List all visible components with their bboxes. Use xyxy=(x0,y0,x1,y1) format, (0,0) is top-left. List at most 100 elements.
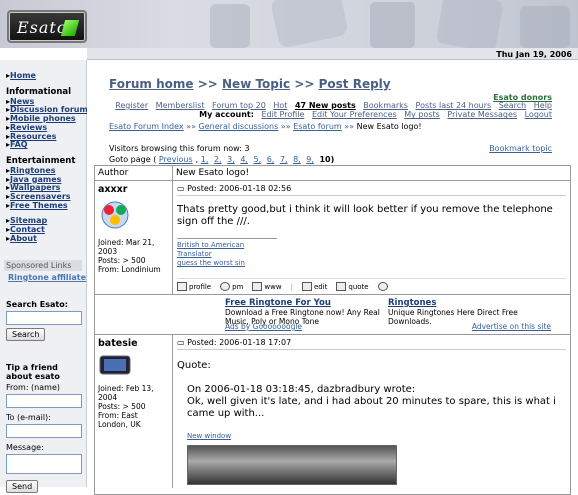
general-discussions-link[interactable]: General discussions xyxy=(199,122,279,131)
hot-link[interactable]: Hot xyxy=(273,101,287,110)
sidebar-heading-informational: Informational xyxy=(6,86,72,97)
pm-icon xyxy=(220,282,231,291)
new-posts-link[interactable]: 47 New posts xyxy=(295,101,356,110)
memberslist-link[interactable]: Memberslist xyxy=(156,101,205,110)
post-body-cell: ▭ Posted: 2006-01-18 02:56 Thats pretty … xyxy=(173,181,570,294)
posts-table: Author New Esato logo! axxxr Joined: Mar… xyxy=(94,165,571,495)
forum-index-link[interactable]: Esato Forum Index xyxy=(109,122,184,131)
new-window-link[interactable]: New window xyxy=(187,430,566,442)
user-avatar xyxy=(101,201,129,229)
current-date: Thu Jan 19, 2006 xyxy=(496,50,572,59)
sponsored-links-heading: Sponsored Links xyxy=(4,259,82,271)
joined-date: Joined: Feb 13, 2004 xyxy=(98,384,154,402)
from-name-input[interactable] xyxy=(6,393,82,408)
ad-title[interactable]: Free Ringtone For You xyxy=(225,298,388,308)
forum-top20-link[interactable]: Forum top 20 xyxy=(212,101,266,110)
quote-button[interactable]: quote xyxy=(336,282,369,291)
edit-profile-link[interactable]: Edit Profile xyxy=(261,110,304,119)
signature-link[interactable]: British to American Translator xyxy=(177,241,244,258)
action-divider: | xyxy=(290,282,293,291)
quote-block: On 2006-01-18 03:18:45, dazbradbury wrot… xyxy=(187,384,566,485)
post-icon: ▭ xyxy=(177,338,188,347)
forum-nav-links: Register Memberslist Forum top 20 Hot 47… xyxy=(110,101,552,120)
topic-header: New Esato logo! xyxy=(176,168,250,178)
bookmark-topic-link[interactable]: Bookmark topic xyxy=(489,144,552,153)
page-link[interactable]: 5, xyxy=(254,155,262,164)
search-input[interactable] xyxy=(6,310,82,325)
logo-mark-icon xyxy=(60,20,80,36)
from-label: From: (name) xyxy=(6,382,60,392)
edit-button[interactable]: edit xyxy=(301,282,328,291)
bookmarks-link[interactable]: Bookmarks xyxy=(363,101,408,110)
private-messages-link[interactable]: Private Messages xyxy=(447,110,517,119)
post-username[interactable]: batesie xyxy=(98,338,169,349)
posts-24h-link[interactable]: Posts last 24 hours xyxy=(416,101,492,110)
help-link[interactable]: Help xyxy=(534,101,552,110)
post-reply-link[interactable]: Post Reply xyxy=(319,77,391,91)
post-author-cell: batesie Joined: Feb 13, 2004 Posts: > 50… xyxy=(95,335,173,488)
quote-text: Ok, well given it's late, and i had abou… xyxy=(187,396,556,419)
www-button[interactable]: www xyxy=(252,282,282,291)
forum-index-trail: Esato Forum Index » » General discussions… xyxy=(109,122,422,131)
ringtone-affiliate-link[interactable]: Ringtone affiliate xyxy=(8,273,86,282)
posted-date: ▭ Posted: 2006-01-18 02:56 xyxy=(177,184,566,196)
search-button[interactable]: Search xyxy=(6,327,46,341)
date-bar: Thu Jan 19, 2006 xyxy=(87,48,578,60)
search-link[interactable]: Search xyxy=(499,101,526,110)
pm-label: pm xyxy=(232,282,244,291)
new-topic-link[interactable]: New Topic xyxy=(222,77,290,91)
esato-forum-link[interactable]: Esato forum xyxy=(293,122,342,131)
ads-by-google-link[interactable]: Ads by Gooooooogle xyxy=(225,322,302,331)
register-link[interactable]: Register xyxy=(115,101,148,110)
profile-button[interactable]: profile xyxy=(177,282,211,291)
post-row: batesie Joined: Feb 13, 2004 Posts: > 50… xyxy=(95,335,570,488)
send-button[interactable]: Send xyxy=(6,479,39,493)
page-link[interactable]: 9, xyxy=(306,155,314,164)
edit-preferences-link[interactable]: Edit Your Preferences xyxy=(312,110,397,119)
logout-link[interactable]: Logout xyxy=(525,110,552,119)
signature-link[interactable]: guess the worst sin xyxy=(177,259,245,267)
post-count: Posts: > 500 xyxy=(98,256,146,265)
sidebar-item-home[interactable]: ▸Home xyxy=(6,71,86,81)
page-link[interactable]: 4, xyxy=(240,155,248,164)
my-account-label: My account: xyxy=(199,110,254,120)
current-topic-crumb: New Esato logo! xyxy=(356,122,422,131)
user-location: From: East London, UK xyxy=(98,411,141,429)
page-link[interactable]: 7, xyxy=(280,155,288,164)
sidebar-item-faq[interactable]: ▸FAQ xyxy=(6,140,86,150)
ad-title[interactable]: Ringtones xyxy=(388,298,551,308)
edit-icon xyxy=(301,282,312,291)
page-link[interactable]: 2, xyxy=(214,155,222,164)
profile-icon xyxy=(177,282,187,291)
page-link[interactable]: 6, xyxy=(267,155,275,164)
forum-home-link[interactable]: Forum home xyxy=(109,77,194,91)
page-link[interactable]: 8, xyxy=(293,155,301,164)
my-posts-link[interactable]: My posts xyxy=(404,110,440,119)
sidebar: ▸Home Informational ▸News ▸Discussion fo… xyxy=(0,60,88,493)
current-page: 10) xyxy=(319,155,335,164)
sidebar-item-free-themes[interactable]: ▸Free Themes xyxy=(6,201,86,211)
posted-date: ▭ Posted: 2006-01-18 17:07 xyxy=(177,338,566,350)
to-email-input[interactable] xyxy=(6,423,82,438)
breadcrumb-big: Forum home >> New Topic >> Post Reply xyxy=(109,77,391,91)
search-label: Search Esato: xyxy=(6,299,68,309)
sidebar-item-about[interactable]: ▸About xyxy=(6,234,86,244)
visitors-count: Visitors browsing this forum now: 3 xyxy=(109,144,250,153)
post-body-cell: ▭ Posted: 2006-01-18 17:07 Quote: On 200… xyxy=(173,335,570,488)
post-username[interactable]: axxxr xyxy=(98,184,169,195)
esato-logo[interactable]: Esato xyxy=(7,10,87,43)
page-link[interactable]: 3, xyxy=(227,155,235,164)
edit-label: edit xyxy=(313,282,328,291)
pm-button[interactable]: pm xyxy=(220,282,243,291)
user-avatar xyxy=(99,355,131,375)
post-actions: profile pm www | edit quote xyxy=(177,278,566,291)
advertise-link[interactable]: Advertise on this site xyxy=(472,322,551,331)
www-label: www xyxy=(264,282,282,291)
ip-icon[interactable] xyxy=(377,282,388,291)
post-count: Posts: > 500 xyxy=(98,402,146,411)
page-link[interactable]: 1, xyxy=(201,155,209,164)
to-label: To (e-mail): xyxy=(6,412,51,422)
site-header: Esato xyxy=(0,0,578,48)
message-textarea[interactable] xyxy=(6,453,82,474)
previous-page-link[interactable]: Previous xyxy=(159,155,193,164)
